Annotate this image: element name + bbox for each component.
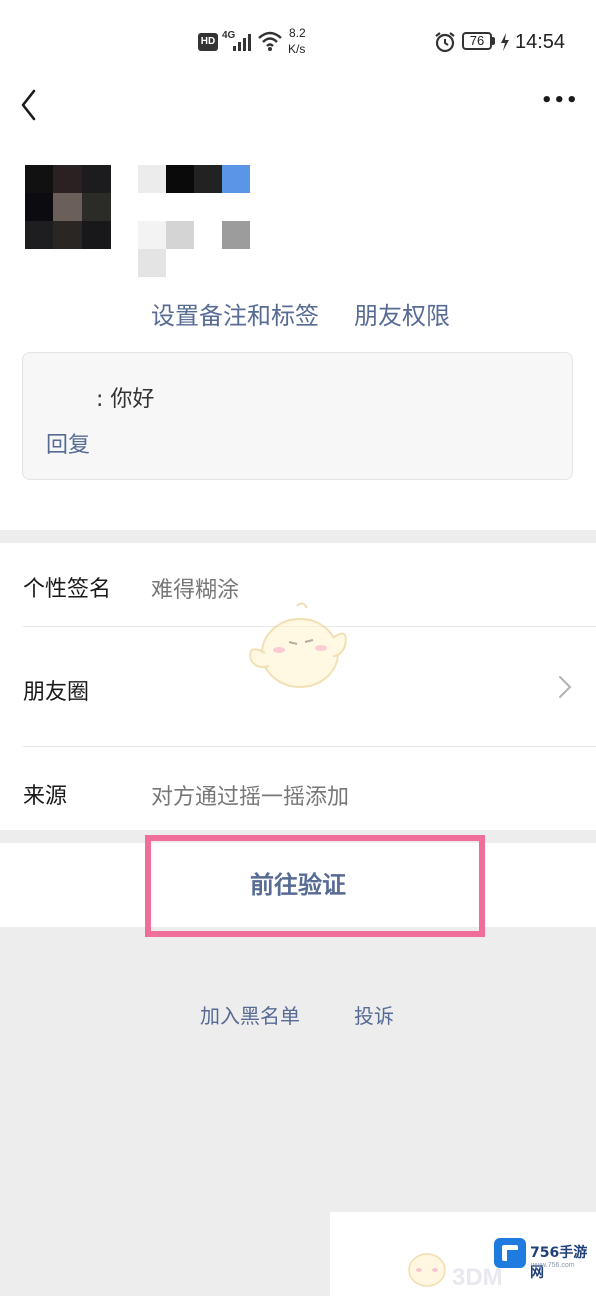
greeting-message-box: : 你好 回复 bbox=[22, 352, 573, 480]
moments-label: 朋友圈 bbox=[23, 680, 90, 705]
set-remark-tag-link[interactable]: 设置备注和标签 bbox=[151, 296, 319, 331]
alarm-icon bbox=[435, 32, 455, 53]
hd-badge: HD bbox=[198, 33, 218, 51]
source-row: 来源 对方通过摇一摇添加 bbox=[0, 747, 596, 830]
greeting-message-text: : 你好 bbox=[96, 387, 155, 412]
back-arrow-icon[interactable] bbox=[18, 88, 40, 122]
nickname-obscured bbox=[138, 165, 250, 277]
site-url: www.756.com bbox=[531, 1262, 575, 1269]
add-to-blacklist-link[interactable]: 加入黑名单 bbox=[200, 1000, 300, 1029]
site-watermark: 3DM 756手游网 www.756.com bbox=[330, 1212, 596, 1296]
battery-tip bbox=[492, 37, 495, 45]
net-speed-value: 8.2 bbox=[289, 26, 306, 40]
battery-indicator: 76 bbox=[462, 32, 492, 50]
chick-mascot-watermark bbox=[249, 602, 347, 688]
complain-link[interactable]: 投诉 bbox=[354, 1000, 394, 1029]
avatar[interactable] bbox=[25, 165, 111, 249]
source-label: 来源 bbox=[23, 784, 68, 809]
chick-small-icon bbox=[408, 1253, 446, 1287]
status-bar: HD 4G 8.2 K/s 76 14:54 bbox=[0, 0, 596, 80]
signal-icon bbox=[233, 34, 251, 51]
wifi-icon bbox=[258, 31, 282, 51]
reply-link[interactable]: 回复 bbox=[46, 427, 90, 459]
clock: 14:54 bbox=[515, 31, 566, 53]
highlight-annotation-box bbox=[145, 835, 485, 937]
charging-icon bbox=[501, 33, 509, 51]
signature-label: 个性签名 bbox=[23, 577, 112, 602]
more-icon[interactable]: ••• bbox=[541, 90, 579, 111]
watermark-3dm-text: 3DM bbox=[452, 1264, 503, 1291]
net-speed-unit: K/s bbox=[288, 42, 306, 56]
signature-value: 难得糊涂 bbox=[151, 578, 240, 603]
chevron-right-icon bbox=[559, 676, 572, 698]
site-logo-icon bbox=[494, 1238, 526, 1268]
source-value: 对方通过摇一摇添加 bbox=[151, 785, 350, 810]
friend-permission-link[interactable]: 朋友权限 bbox=[354, 296, 450, 331]
